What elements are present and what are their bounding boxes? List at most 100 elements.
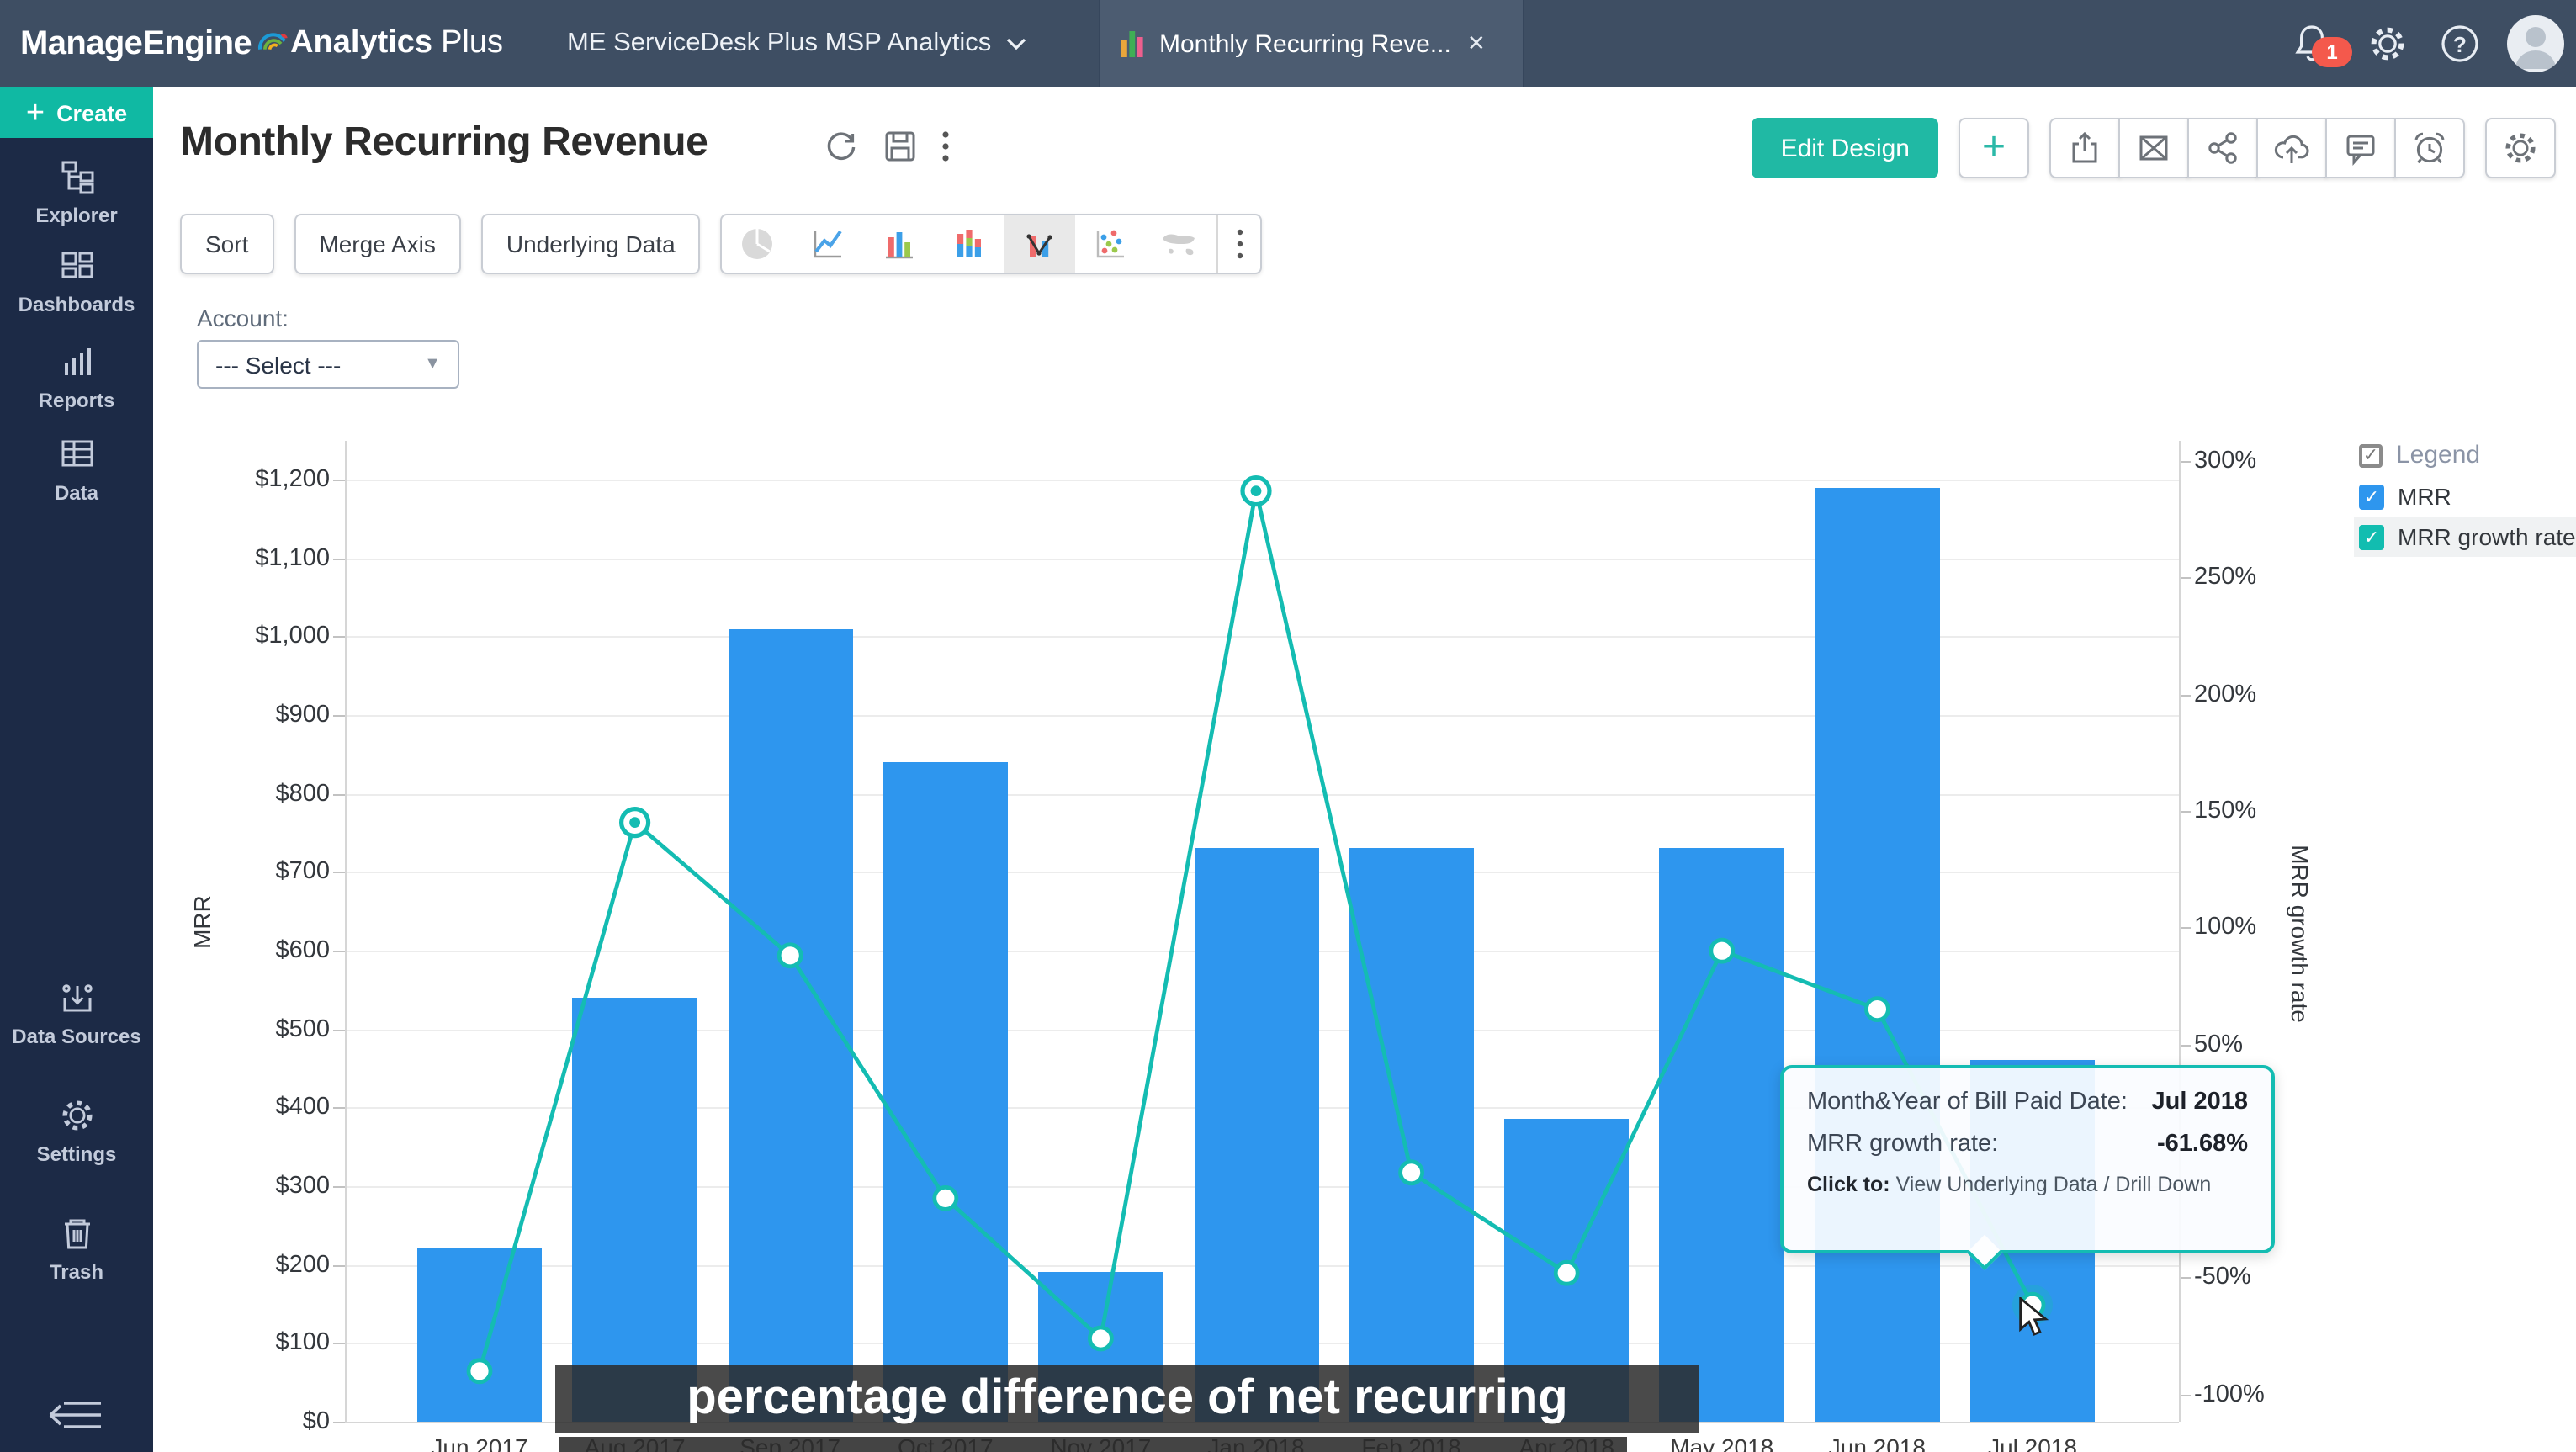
growth-point[interactable]: [1711, 940, 1733, 962]
growth-point[interactable]: [469, 1360, 490, 1382]
brand-logo[interactable]: ManageEngine Analytics Plus: [20, 0, 503, 87]
y-axis-tick-right: 300%: [2194, 448, 2295, 474]
sidebar-item-explorer[interactable]: Explorer: [0, 156, 153, 227]
notification-badge: 1: [2312, 37, 2352, 67]
tick-mark: [333, 1422, 345, 1423]
y-axis-tick-right: 100%: [2194, 914, 2295, 941]
app-window: $1,200$1,100$1,000$900$800$700$600$500$4…: [0, 0, 2576, 1452]
legend-item-mrr[interactable]: ✓ MRR: [2354, 476, 2576, 517]
y-axis-tick-left: $1,100: [195, 544, 330, 571]
top-bar: ManageEngine Analytics Plus ME ServiceDe…: [0, 0, 2576, 87]
legend-checkbox[interactable]: ✓: [2359, 443, 2383, 467]
legend-toggle[interactable]: ✓ Legend: [2354, 434, 2576, 476]
tick-mark: [333, 715, 345, 717]
data-sources-icon: [56, 978, 97, 1018]
mrr-checkbox[interactable]: ✓: [2359, 484, 2384, 509]
subtitle-bar: percentage difference of net recurring: [555, 1365, 1699, 1433]
tooltip-row2-value: -61.68%: [2157, 1131, 2248, 1158]
tooltip-row1-label: Month&Year of Bill Paid Date:: [1807, 1089, 2128, 1115]
y-axis-tick-left: $200: [195, 1251, 330, 1278]
y-axis-tick-left: $500: [195, 1015, 330, 1042]
y-axis-tick-left: $800: [195, 780, 330, 807]
user-avatar[interactable]: [2507, 0, 2564, 87]
dashboards-icon: [56, 246, 97, 286]
mrr-growth-checkbox[interactable]: ✓: [2359, 524, 2384, 549]
tick-mark: [2179, 577, 2191, 579]
y-axis-tick-left: $1,000: [195, 623, 330, 650]
y-axis-tick-left: $700: [195, 859, 330, 886]
tick-mark: [333, 558, 345, 559]
data-table-icon: [56, 434, 97, 474]
y-axis-tick-right: 50%: [2194, 1031, 2295, 1057]
sidebar: + Create Explorer Dashboards Reports: [0, 87, 153, 1452]
growth-point[interactable]: [1089, 1327, 1111, 1349]
workspace-switcher[interactable]: ME ServiceDesk Plus MSP Analytics: [567, 0, 1026, 87]
y-axis-tick-left: $0: [195, 1408, 330, 1435]
legend-item-mrr-growth[interactable]: ✓ MRR growth rate: [2354, 517, 2576, 557]
growth-point[interactable]: [1401, 1162, 1423, 1184]
y-axis-tick-left: $1,200: [195, 466, 330, 493]
sidebar-item-trash[interactable]: Trash: [0, 1213, 153, 1284]
brand-manageengine: ManageEngine: [20, 24, 252, 63]
growth-point-center[interactable]: [1251, 485, 1262, 496]
sidebar-item-reports[interactable]: Reports: [0, 342, 153, 412]
tick-mark: [2179, 1395, 2191, 1396]
x-axis-label: Jun 2017: [402, 1433, 557, 1452]
manageengine-swoosh-icon: [255, 27, 289, 61]
growth-point-center[interactable]: [629, 817, 640, 828]
sidebar-item-data-sources[interactable]: Data Sources: [0, 978, 153, 1048]
sidebar-item-settings[interactable]: Settings: [0, 1095, 153, 1166]
tick-mark: [333, 1186, 345, 1188]
y-axis-tick-left: $400: [195, 1094, 330, 1121]
growth-point[interactable]: [935, 1187, 957, 1209]
tab-close-icon[interactable]: ×: [1468, 27, 1485, 61]
tick-mark: [333, 637, 345, 639]
help-button[interactable]: ?: [2438, 0, 2482, 87]
explorer-icon: [56, 156, 97, 197]
plus-icon: +: [26, 97, 45, 129]
subtitle-text: percentage difference of net recurring: [686, 1371, 1568, 1427]
chevron-down-icon: [1006, 37, 1026, 50]
tick-mark: [2179, 694, 2191, 696]
y-axis-tick-right: 200%: [2194, 681, 2295, 707]
tick-mark: [333, 480, 345, 481]
growth-point[interactable]: [1866, 999, 1888, 1020]
y-axis-tick-right: 250%: [2194, 564, 2295, 591]
tick-mark: [2179, 811, 2191, 813]
avatar: [2507, 15, 2564, 72]
tab-monthly-recurring-revenue[interactable]: Monthly Recurring Reve... ×: [1099, 0, 1524, 87]
tick-mark: [333, 1029, 345, 1031]
tab-title: Monthly Recurring Reve...: [1159, 29, 1451, 58]
brand-plus: Plus: [441, 25, 503, 62]
sidebar-item-dashboards[interactable]: Dashboards: [0, 246, 153, 316]
reports-icon: [56, 342, 97, 382]
mrr-growth-line-series: [345, 441, 2179, 1422]
legend-panel: ✓ Legend ✓ MRR ✓ MRR growth rate: [2354, 434, 2576, 557]
help-icon: ?: [2438, 22, 2482, 66]
notifications-button[interactable]: 1: [2292, 0, 2332, 87]
x-axis-label: May 2018: [1645, 1433, 1799, 1452]
tooltip-row2-label: MRR growth rate:: [1807, 1131, 1998, 1158]
y-axis-tick-right: 150%: [2194, 798, 2295, 824]
admin-settings-button[interactable]: [2366, 0, 2409, 87]
tick-mark: [2179, 1044, 2191, 1046]
collapse-sidebar-button[interactable]: [47, 1396, 104, 1433]
tooltip-footer[interactable]: Click to: View Underlying Data / Drill D…: [1807, 1173, 2248, 1196]
growth-point[interactable]: [1556, 1262, 1577, 1284]
tick-mark: [333, 951, 345, 952]
create-button[interactable]: + Create: [0, 87, 153, 138]
settings-gear-icon: [56, 1095, 97, 1136]
growth-point[interactable]: [779, 945, 801, 967]
collapse-arrow-icon: [47, 1396, 104, 1433]
tooltip-row1-value: Jul 2018: [2152, 1089, 2249, 1115]
x-axis-label: Jul 2018: [1955, 1433, 2110, 1452]
svg-text:?: ?: [2453, 32, 2467, 57]
sidebar-item-data[interactable]: Data: [0, 434, 153, 505]
mouse-cursor: [2017, 1297, 2054, 1338]
y-axis-tick-left: $600: [195, 937, 330, 964]
y-axis-tick-right: -100%: [2194, 1381, 2295, 1408]
gear-icon: [2366, 22, 2409, 66]
chart-tooltip: Month&Year of Bill Paid Date: Jul 2018 M…: [1780, 1065, 2275, 1253]
x-axis-label: Jun 2018: [1799, 1433, 1954, 1452]
bar-chart-icon: [1121, 29, 1144, 59]
